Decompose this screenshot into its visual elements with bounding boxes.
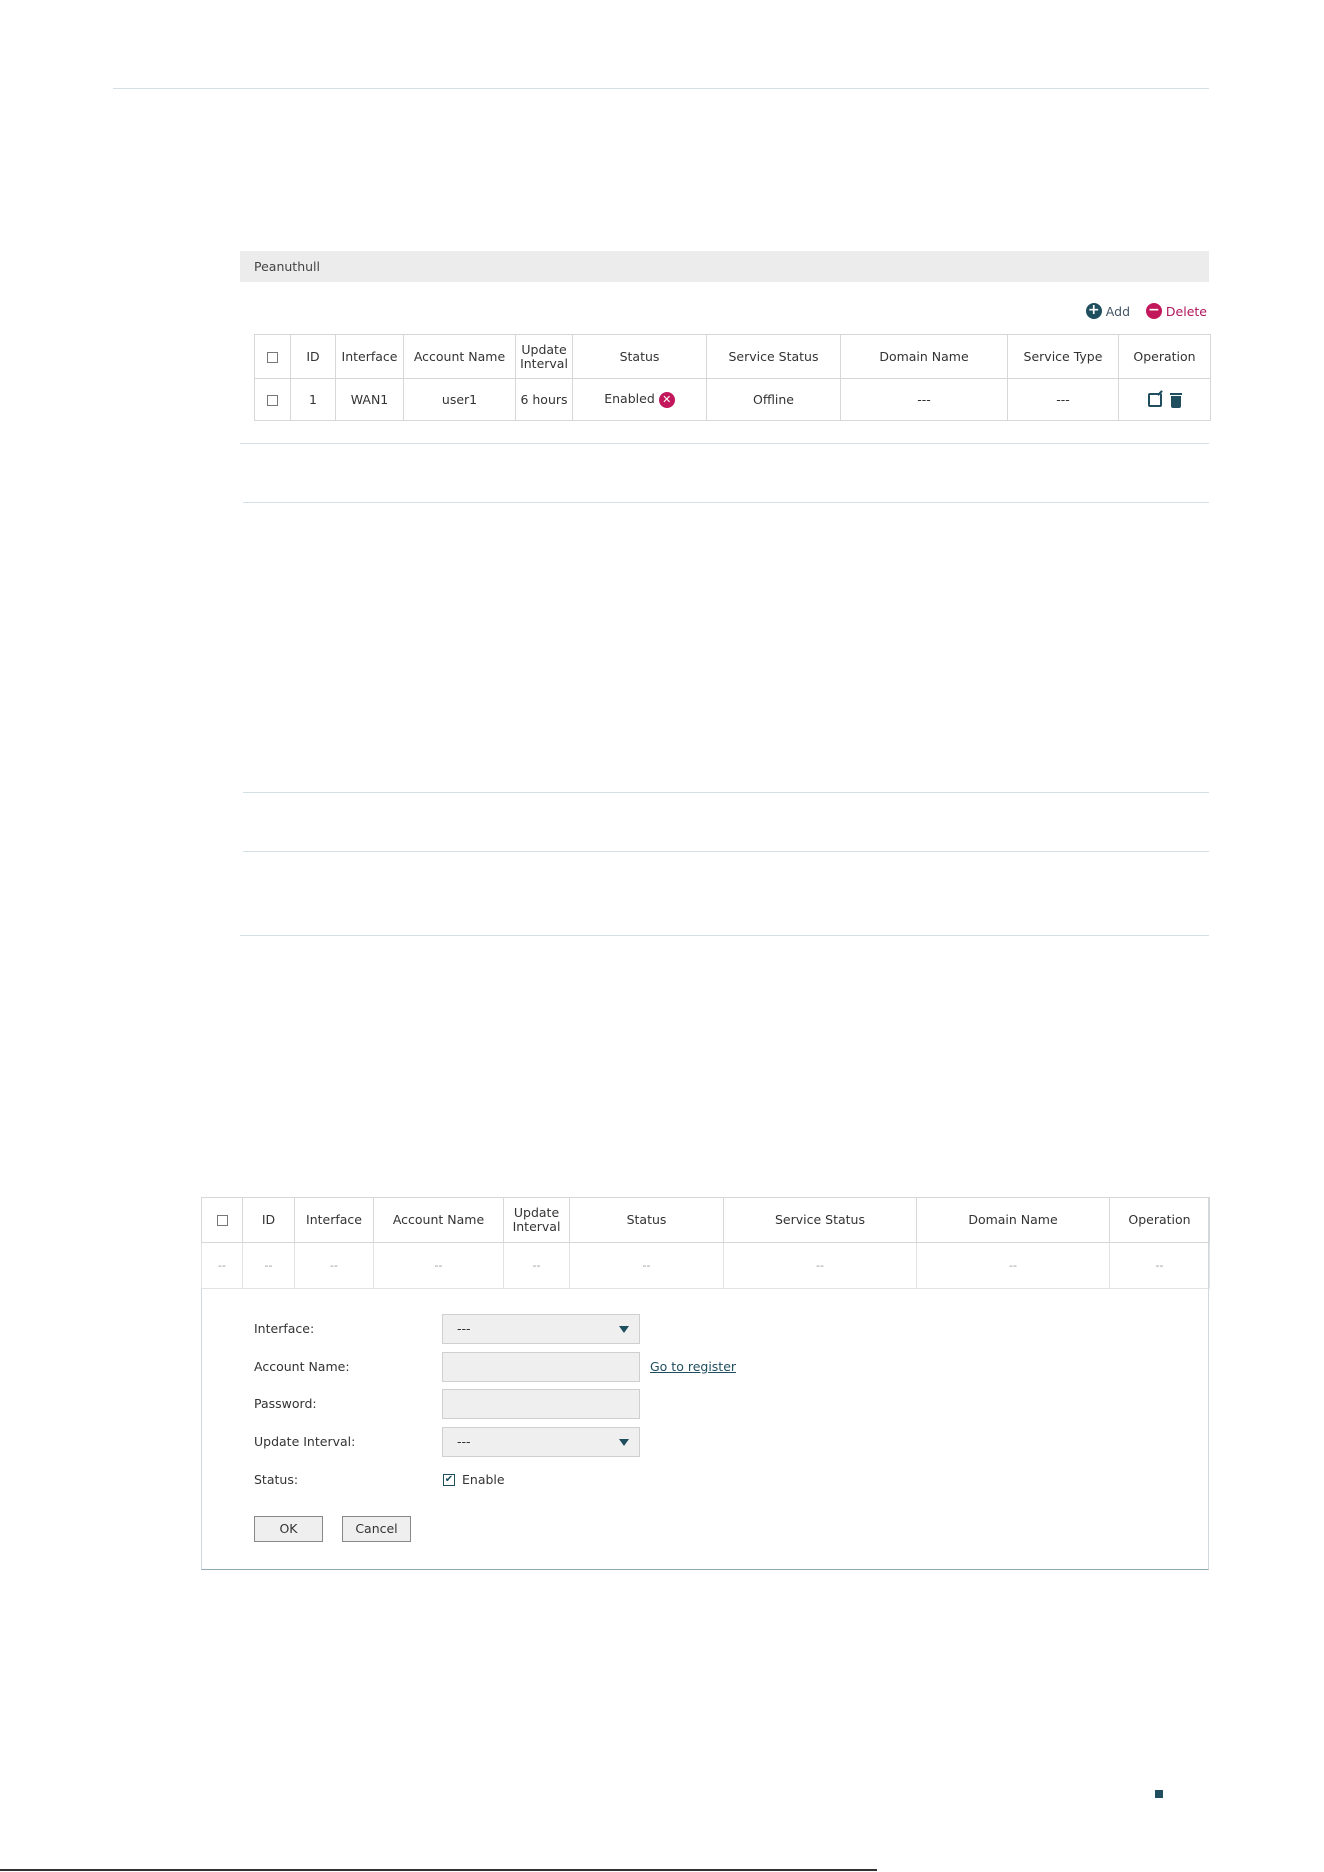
add-entry-table: ID Interface Account Name Update Interval… bbox=[201, 1197, 1210, 1289]
col-account-name: Account Name bbox=[373, 1197, 504, 1243]
empty-cell: -- bbox=[723, 1242, 917, 1289]
page-marker-square bbox=[1155, 1790, 1163, 1798]
enable-checkbox[interactable]: ✔ bbox=[443, 1474, 455, 1486]
peanuthull-panel: Peanuthull + Add − Delete ID Interface A… bbox=[240, 251, 1211, 421]
cell-update-interval: 6 hours bbox=[515, 378, 573, 421]
col-interface: Interface bbox=[335, 334, 404, 379]
row-checkbox[interactable] bbox=[267, 395, 278, 406]
col-status: Status bbox=[572, 334, 707, 379]
select-all-checkbox[interactable] bbox=[267, 351, 278, 363]
empty-cell: -- bbox=[242, 1242, 295, 1289]
table-toolbar: + Add − Delete bbox=[240, 282, 1209, 334]
interface-label: Interface: bbox=[254, 1321, 315, 1336]
col-id: ID bbox=[242, 1197, 295, 1243]
col-service-type: Service Type bbox=[1007, 334, 1119, 379]
cell-operation bbox=[1118, 378, 1211, 421]
col-operation: Operation bbox=[1109, 1197, 1210, 1243]
table-row[interactable]: 1 WAN1 user1 6 hours Enabled ✕ Offline --… bbox=[254, 378, 1211, 421]
account-name-label: Account Name: bbox=[254, 1359, 350, 1374]
table-header-row: ID Interface Account Name Update Interval… bbox=[254, 334, 1211, 379]
trash-icon[interactable] bbox=[1169, 392, 1182, 408]
interface-row: Interface: --- bbox=[254, 1314, 854, 1344]
check-icon: ✔ bbox=[444, 1474, 454, 1485]
col-domain-name: Domain Name bbox=[840, 334, 1008, 379]
cell-service-type: --- bbox=[1007, 378, 1119, 421]
divider-3 bbox=[243, 792, 1209, 793]
table-row: -- -- -- -- -- -- -- -- -- bbox=[201, 1242, 1210, 1289]
add-entry-panel: ID Interface Account Name Update Interval… bbox=[201, 1197, 1210, 1570]
table-header-row: ID Interface Account Name Update Interval… bbox=[201, 1197, 1210, 1243]
update-interval-label: Update Interval: bbox=[254, 1434, 356, 1449]
col-service-status: Service Status bbox=[706, 334, 841, 379]
form-buttons: OK Cancel bbox=[254, 1516, 854, 1546]
interface-select[interactable]: --- bbox=[442, 1314, 640, 1344]
divider-1 bbox=[240, 443, 1209, 444]
select-all-cell bbox=[254, 334, 291, 379]
col-account-name: Account Name bbox=[403, 334, 516, 379]
delete-button[interactable]: − Delete bbox=[1145, 303, 1207, 319]
footer-rule bbox=[0, 1869, 877, 1871]
cell-status: Enabled ✕ bbox=[572, 378, 707, 421]
empty-cell: -- bbox=[503, 1242, 570, 1289]
col-update-interval: Update Interval bbox=[503, 1197, 570, 1243]
edit-icon[interactable] bbox=[1147, 392, 1162, 407]
go-to-register-link[interactable]: Go to register bbox=[650, 1359, 736, 1374]
col-status: Status bbox=[569, 1197, 724, 1243]
empty-cell: -- bbox=[1109, 1242, 1210, 1289]
cell-id: 1 bbox=[290, 378, 336, 421]
divider-2 bbox=[243, 502, 1209, 503]
password-label: Password: bbox=[254, 1396, 317, 1411]
enable-label: Enable bbox=[462, 1472, 505, 1487]
divider-5 bbox=[240, 935, 1209, 936]
col-update-line1: Update bbox=[513, 1205, 560, 1220]
col-update-line2: Interval bbox=[512, 1219, 561, 1234]
account-name-input[interactable] bbox=[442, 1352, 640, 1382]
status-label: Status: bbox=[254, 1472, 299, 1487]
peanuthull-table: ID Interface Account Name Update Interval… bbox=[254, 334, 1211, 421]
cancel-button[interactable]: Cancel bbox=[342, 1516, 411, 1542]
status-text: Enabled bbox=[604, 391, 655, 407]
minus-icon: − bbox=[1145, 303, 1162, 319]
interface-value: --- bbox=[457, 1321, 471, 1336]
empty-cell: -- bbox=[916, 1242, 1110, 1289]
close-icon[interactable]: ✕ bbox=[658, 391, 675, 408]
col-operation: Operation bbox=[1118, 334, 1211, 379]
update-interval-select[interactable]: --- bbox=[442, 1427, 640, 1457]
add-label: Add bbox=[1105, 303, 1130, 319]
select-all-cell bbox=[201, 1197, 243, 1243]
col-id: ID bbox=[290, 334, 336, 379]
plus-icon: + bbox=[1085, 303, 1102, 319]
cell-interface: WAN1 bbox=[335, 378, 404, 421]
status-row: Status: ✔ Enable bbox=[254, 1465, 854, 1495]
top-divider bbox=[113, 88, 1209, 89]
ok-button[interactable]: OK bbox=[254, 1516, 323, 1542]
col-interface: Interface bbox=[294, 1197, 374, 1243]
row-select-cell bbox=[254, 378, 291, 421]
empty-cell: -- bbox=[569, 1242, 724, 1289]
divider-4 bbox=[243, 851, 1209, 852]
add-button[interactable]: + Add bbox=[1085, 303, 1130, 319]
col-update-interval: Update Interval bbox=[515, 334, 573, 379]
cell-domain-name: --- bbox=[840, 378, 1008, 421]
update-interval-row: Update Interval: --- bbox=[254, 1427, 854, 1457]
password-input[interactable] bbox=[442, 1389, 640, 1419]
col-update-line2: Interval bbox=[520, 355, 568, 371]
col-domain-name: Domain Name bbox=[916, 1197, 1110, 1243]
col-service-status: Service Status bbox=[723, 1197, 917, 1243]
password-row: Password: bbox=[254, 1389, 854, 1419]
select-all-checkbox[interactable] bbox=[216, 1215, 228, 1226]
account-name-row: Account Name: Go to register bbox=[254, 1352, 854, 1382]
panel-title: Peanuthull bbox=[240, 251, 1209, 282]
caret-down-icon bbox=[619, 1326, 629, 1333]
update-interval-value: --- bbox=[457, 1434, 471, 1449]
cell-account-name: user1 bbox=[403, 378, 516, 421]
caret-down-icon bbox=[619, 1439, 629, 1446]
empty-cell: -- bbox=[373, 1242, 504, 1289]
cell-service-status: Offline bbox=[706, 378, 841, 421]
col-update-line1: Update bbox=[521, 341, 567, 357]
empty-cell: -- bbox=[201, 1242, 243, 1289]
empty-cell: -- bbox=[294, 1242, 374, 1289]
delete-label: Delete bbox=[1165, 303, 1207, 319]
